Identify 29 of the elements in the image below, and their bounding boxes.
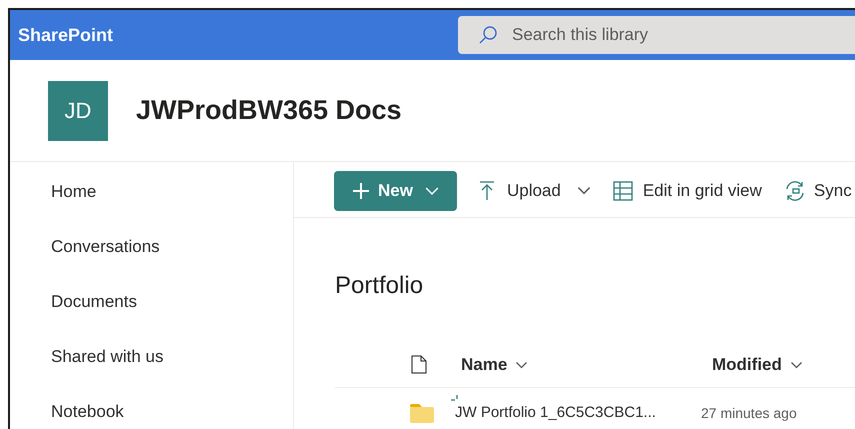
- modified-time: 27 minutes ago: [701, 404, 797, 423]
- nav-link[interactable]: Shared with us: [51, 339, 293, 394]
- new-button[interactable]: New: [334, 170, 457, 210]
- search-icon: [478, 25, 498, 45]
- folder-icon: [410, 404, 434, 422]
- item-name[interactable]: JW Portfolio 1_6C5C3CBC1...: [455, 402, 656, 424]
- upload-button[interactable]: Upload: [478, 178, 591, 204]
- grid-icon: [612, 180, 633, 200]
- chevron-down-icon: [424, 186, 439, 196]
- site-title: JWProdBW365 Docs: [136, 94, 402, 128]
- nav-link[interactable]: Documents: [51, 284, 293, 339]
- sync-button[interactable]: Sync: [784, 178, 852, 204]
- chevron-down-icon: [576, 186, 591, 195]
- column-header[interactable]: Name: [461, 352, 712, 378]
- chevron-down-icon: [515, 360, 528, 368]
- file-type-icon: [411, 355, 427, 374]
- library-title: Portfolio: [335, 271, 424, 301]
- site-logo: JD: [48, 80, 108, 140]
- column-header[interactable]: Modified: [712, 352, 803, 378]
- plus-icon: [352, 182, 370, 200]
- sync-icon: [784, 180, 806, 202]
- upload-icon: [478, 180, 495, 200]
- brand-name: SharePoint: [18, 24, 114, 46]
- chevron-down-icon: [790, 360, 803, 368]
- nav-link[interactable]: Conversations: [51, 229, 293, 284]
- search-field[interactable]: Search this library: [458, 16, 855, 54]
- nav-link[interactable]: Notebook: [51, 394, 293, 429]
- nav-link[interactable]: Home: [51, 174, 293, 229]
- edit-grid-button[interactable]: Edit in grid view: [612, 178, 762, 204]
